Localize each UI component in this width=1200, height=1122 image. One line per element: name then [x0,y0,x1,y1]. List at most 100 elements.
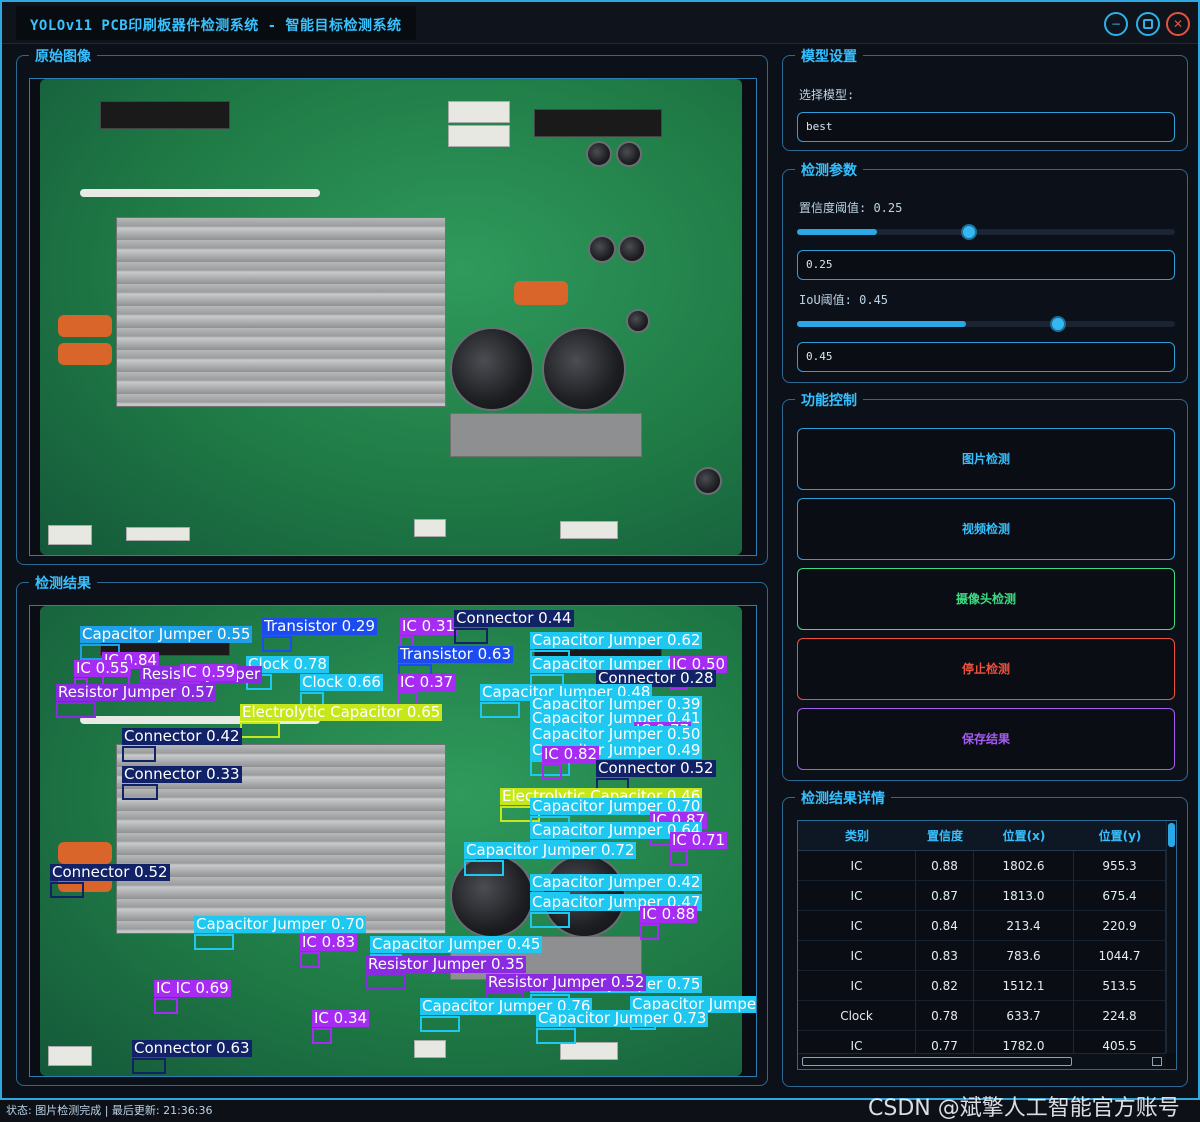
detection-label: Capacitor Jumper 0.70 [194,915,367,933]
window-title: YOLOv11 PCB印刷板器件检测系统 - 智能目标检测系统 [16,6,416,40]
detection-details-table: 类别 置信度 位置(x) 位置(y) IC 0.88 1802.6 955.3 IC 0.… [797,820,1177,1070]
detection-box [366,974,406,990]
iou-label: IoU阈值: 0.45 [799,293,889,307]
detection-label: IC 0.83 [300,933,358,951]
camera-detect-button[interactable]: 摄像头检测 [797,568,1175,630]
detection-label: Capacitor Jumper 0.62 [530,631,703,649]
pcb-orange-part-2 [58,343,112,365]
detection-label: Connector 0.52 [50,863,170,881]
model-select[interactable]: best [797,112,1175,142]
detection-overlay: Transistor 0.29 IC 0.31 Connector 0.44 Capa… [30,606,756,1076]
original-image-group: 原始图像 [16,46,768,565]
close-button[interactable]: ✕ [1166,12,1190,36]
result-image-view: Transistor 0.29 IC 0.31 Connector 0.44 Capa… [29,605,757,1077]
cell-confidence: 0.88 [916,851,974,881]
table-horizontal-scrollbar[interactable] [798,1053,1166,1069]
cell-confidence: 0.87 [916,881,974,911]
detection-label: IC 0.37 [398,673,456,691]
pcb-capacitor-3 [586,141,612,167]
table-row[interactable]: Clock 0.78 633.7 224.8 [798,1001,1166,1031]
column-header-class[interactable]: 类别 [798,821,916,851]
watermark-text: CSDN @斌擎人工智能官方账号 [868,1096,1180,1121]
confidence-slider-handle[interactable] [961,224,977,240]
model-select-label: 选择模型: [799,88,855,102]
detection-box [542,764,562,780]
iou-input[interactable]: 0.45 [797,342,1175,372]
cell-class: IC [798,941,916,971]
cell-x: 1813.0 [974,881,1074,911]
pcb-connector-right [534,109,662,137]
pcb-capacitor-8 [694,467,722,495]
column-header-x[interactable]: 位置(x) [974,821,1074,851]
save-result-button[interactable]: 保存结果 [797,708,1175,770]
app-window: YOLOv11 PCB印刷板器件检测系统 - 智能目标检测系统 − ✕ 原始图像 [0,0,1200,1100]
pcb-white-connector-1 [48,525,92,545]
vertical-scroll-thumb[interactable] [1168,823,1175,847]
table-vertical-scrollbar[interactable] [1166,821,1176,1053]
video-detect-button[interactable]: 视频检测 [797,498,1175,560]
table-row[interactable]: IC 0.82 1512.1 513.5 [798,971,1166,1001]
pcb-grey-block [450,413,642,457]
scroll-corner [1152,1057,1162,1066]
pcb-image [40,79,742,555]
minimize-button[interactable]: − [1104,12,1128,36]
horizontal-scroll-thumb[interactable] [802,1057,1072,1066]
image-detect-button[interactable]: 图片检测 [797,428,1175,490]
maximize-icon [1143,19,1153,29]
pcb-white-connector-2 [126,527,190,541]
detection-label: Capacitor Jumper 0.45 [370,935,543,953]
cell-x: 633.7 [974,1001,1074,1031]
table-row[interactable]: IC 0.84 213.4 220.9 [798,911,1166,941]
cell-y: 224.8 [1074,1001,1166,1031]
pcb-capacitor-4 [616,141,642,167]
pcb-orange-part-3 [514,281,568,305]
detection-label: Clock 0.66 [300,673,383,691]
detection-label: IC 0.31 [400,617,458,635]
table-row[interactable]: IC 0.87 1813.0 675.4 [798,881,1166,911]
function-control-title: 功能控制 [795,390,863,410]
column-header-y[interactable]: 位置(y) [1074,821,1166,851]
title-bar[interactable]: YOLOv11 PCB印刷板器件检测系统 - 智能目标检测系统 − ✕ [2,2,1198,44]
detection-label: Capacitor Jumper 0.72 [464,841,637,859]
detection-box [536,1028,576,1044]
detection-box [56,702,96,718]
pcb-capacitor-5 [588,235,616,263]
detection-box [132,1058,167,1074]
detection-box [194,934,234,950]
detection-label: Capacitor Jumper 0.42 [530,873,703,891]
detection-label: Connector 0.33 [122,765,242,783]
pcb-white-connector-4 [560,521,618,539]
cell-y: 220.9 [1074,911,1166,941]
model-settings-title: 模型设置 [795,46,863,66]
detection-label: Connector 0.42 [122,727,242,745]
pcb-capacitor-6 [618,235,646,263]
cell-y: 955.3 [1074,851,1166,881]
confidence-slider[interactable] [797,224,1175,240]
pcb-connector-left [100,101,230,129]
detection-label: Resistor Jumper 0.57 [56,683,217,701]
detection-box [640,924,660,940]
column-header-confidence[interactable]: 置信度 [916,821,974,851]
confidence-input[interactable]: 0.25 [797,250,1175,280]
detection-box [300,952,320,968]
maximize-button[interactable] [1136,12,1160,36]
table-row[interactable]: IC 0.88 1802.6 955.3 [798,851,1166,881]
iou-slider-handle[interactable] [1050,316,1066,332]
detection-label: Connector 0.44 [454,609,574,627]
table-row[interactable]: IC 0.83 783.6 1044.7 [798,941,1166,971]
detection-label: IC 0.34 [312,1009,370,1027]
detection-box [530,912,570,928]
detection-box [50,882,84,898]
detection-label: Electrolytic Capacitor 0.65 [240,703,443,721]
detection-details-group: 检测结果详情 类别 置信度 位置(x) 位置(y) IC 0.88 1802.6 95… [782,788,1188,1087]
stop-detect-button[interactable]: 停止检测 [797,638,1175,700]
pcb-capacitor-7 [626,309,650,333]
pcb-trace-1 [80,189,320,197]
original-image-view [29,78,757,556]
cell-x: 783.6 [974,941,1074,971]
cell-class: IC [798,911,916,941]
iou-slider[interactable] [797,316,1175,332]
cell-y: 1044.7 [1074,941,1166,971]
table-header: 类别 置信度 位置(x) 位置(y) [798,821,1166,851]
result-image-group: 检测结果 Transistor 0.29 IC 0.31 Connector 0.4… [16,573,768,1086]
